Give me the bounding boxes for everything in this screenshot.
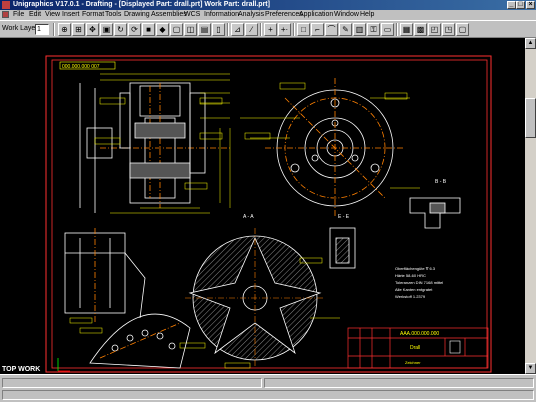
vertical-scrollbar[interactable]: ▲ ▼ xyxy=(525,38,536,374)
status-bar xyxy=(0,374,536,402)
work-layer-label: Work Layer xyxy=(2,25,38,32)
maximize-button[interactable]: □ xyxy=(516,1,525,9)
close-button[interactable]: × xyxy=(526,1,535,9)
menu-drawing[interactable]: Drawing xyxy=(124,10,150,20)
menu-bar: File Edit View Insert Format Tools Drawi… xyxy=(0,10,536,20)
section-ee-label: E - E xyxy=(338,214,350,220)
folder-icon[interactable]: ▭ xyxy=(381,23,394,36)
toolbar-separator xyxy=(396,23,398,36)
svg-text:Oberflächengüte ∇ 6.3: Oberflächengüte ∇ 6.3 xyxy=(395,266,436,271)
page-icon[interactable]: ▯ xyxy=(212,23,225,36)
rotate-icon[interactable]: ↻ xyxy=(114,23,127,36)
toolbar-separator xyxy=(293,23,295,36)
window-title: Unigraphics V17.0.1 - Drafting - [Displa… xyxy=(13,1,270,8)
title-bar: Unigraphics V17.0.1 - Drafting - [Displa… xyxy=(0,0,536,10)
menu-information[interactable]: Information xyxy=(204,10,239,20)
document-view-icon[interactable]: ▤ xyxy=(198,23,211,36)
chart-icon[interactable]: ▥ xyxy=(353,23,366,36)
scroll-up-icon[interactable]: ▲ xyxy=(525,38,536,49)
menu-wcs[interactable]: WCS xyxy=(184,10,200,20)
wcs-triad xyxy=(57,358,70,372)
menu-preferences[interactable]: Preferences xyxy=(265,10,303,20)
svg-text:Alle Kanten entgratet: Alle Kanten entgratet xyxy=(395,287,433,292)
frame-icon[interactable]: ◳ xyxy=(442,23,455,36)
menu-window[interactable]: Window xyxy=(334,10,359,20)
toolbar: Work Layer 1 ⊕ ⊞ ✥ ▣ ↻ ⟳ ■ ◆ ▢ ◫ ▤ ▯ ⊿ ∕… xyxy=(0,20,536,38)
scroll-down-icon[interactable]: ▼ xyxy=(525,363,536,374)
minimize-button[interactable]: _ xyxy=(507,1,516,9)
slash-icon[interactable]: ∕ xyxy=(245,23,258,36)
menu-analysis[interactable]: Analysis xyxy=(238,10,264,20)
zoom-in-icon[interactable]: ⊞ xyxy=(72,23,85,36)
shaded-icon[interactable]: ■ xyxy=(142,23,155,36)
detail-bb-view xyxy=(409,197,461,229)
drawing-number: AAA.000.000.000 xyxy=(400,331,439,337)
rectangle-icon[interactable]: □ xyxy=(297,23,310,36)
box-icon[interactable]: ◫ xyxy=(184,23,197,36)
menu-insert[interactable]: Insert xyxy=(62,10,80,20)
key-icon[interactable]: ⚿ xyxy=(367,23,380,36)
svg-text:Werkstoff 1.2379: Werkstoff 1.2379 xyxy=(395,294,426,299)
menu-format[interactable]: Format xyxy=(82,10,104,20)
layout-icon[interactable]: ▦ xyxy=(400,23,413,36)
toolbar-separator xyxy=(53,23,55,36)
menu-edit[interactable]: Edit xyxy=(29,10,41,20)
work-layer-input[interactable]: 1 xyxy=(35,24,49,35)
drawing-sheet: 000.000.000 007 B - B A - A E - E Oberfl… xyxy=(45,55,492,373)
scroll-thumb[interactable] xyxy=(525,98,536,138)
section-ee-view xyxy=(329,227,356,269)
status-line-pane xyxy=(2,390,534,400)
menu-assemblies[interactable]: Assemblies xyxy=(151,10,187,20)
section-aa-view xyxy=(185,228,325,368)
window-icon[interactable]: ◰ xyxy=(428,23,441,36)
circular-top-view xyxy=(265,78,405,218)
bottom-fan-view xyxy=(89,313,191,369)
menu-application[interactable]: Application xyxy=(299,10,333,20)
sheet-icon[interactable]: ▢ xyxy=(456,23,469,36)
dimension-icon[interactable]: ⊿ xyxy=(231,23,244,36)
document-icon[interactable] xyxy=(2,11,9,18)
point-icon[interactable]: +· xyxy=(278,23,291,36)
fit-icon[interactable]: ▣ xyxy=(100,23,113,36)
view-name-label: TOP WORK xyxy=(2,366,41,373)
edit-icon[interactable]: ✎ xyxy=(339,23,352,36)
menu-help[interactable]: Help xyxy=(360,10,374,20)
svg-text:Härte 58-60 HRC: Härte 58-60 HRC xyxy=(395,273,426,278)
menu-view[interactable]: View xyxy=(45,10,60,20)
app-icon xyxy=(2,1,10,9)
toolbar-separator xyxy=(260,23,262,36)
menu-file[interactable]: File xyxy=(13,10,24,20)
section-aa-label: A - A xyxy=(243,214,254,220)
grid-icon[interactable]: ▩ xyxy=(414,23,427,36)
cube-icon[interactable]: ▢ xyxy=(170,23,183,36)
toolbar-separator xyxy=(227,23,229,36)
svg-text:Toleranzen DIN 7168 mittel: Toleranzen DIN 7168 mittel xyxy=(395,280,443,285)
drawing-canvas[interactable]: 000.000.000 007 B - B A - A E - E Oberfl… xyxy=(0,38,525,374)
status-cue-pane xyxy=(2,378,262,388)
refresh-icon[interactable]: ⟳ xyxy=(128,23,141,36)
wireframe-icon[interactable]: ◆ xyxy=(156,23,169,36)
crosshair-icon[interactable]: + xyxy=(264,23,277,36)
section-bb-label: B - B xyxy=(435,179,447,185)
sheet-label: Zeichner xyxy=(405,360,421,365)
status-message-pane xyxy=(264,378,534,388)
line-icon[interactable]: ⌐ xyxy=(311,23,324,36)
arc-icon[interactable]: ⌒ xyxy=(325,23,338,36)
menu-tools[interactable]: Tools xyxy=(105,10,121,20)
technical-notes: Oberflächengüte ∇ 6.3 Härte 58-60 HRC To… xyxy=(395,266,443,299)
part-name: Drall xyxy=(410,345,420,351)
top-part-label: 000.000.000 007 xyxy=(62,64,100,70)
left-side-view xyxy=(64,228,146,323)
pan-icon[interactable]: ✥ xyxy=(86,23,99,36)
main-section-view xyxy=(79,82,230,213)
zoom-icon[interactable]: ⊕ xyxy=(58,23,71,36)
